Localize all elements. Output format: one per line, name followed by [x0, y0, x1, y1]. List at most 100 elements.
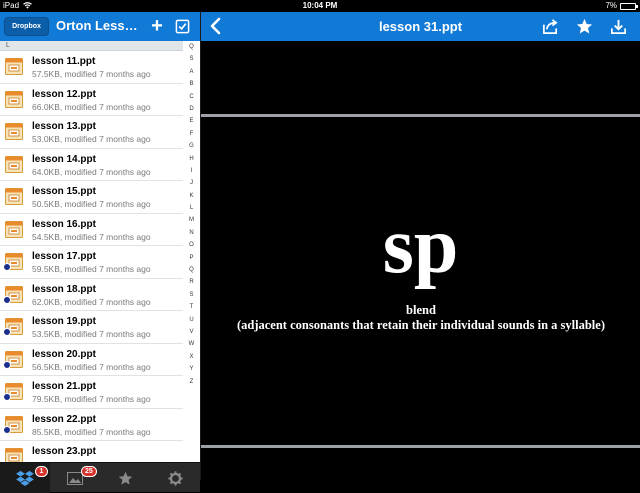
file-browser-panel: Dropbox Orton Lessons + L lesson 11.ppt 5… — [0, 12, 200, 493]
index-letter[interactable]: V — [183, 326, 200, 338]
slide-bottom-edge — [201, 445, 640, 448]
file-meta: 56.5KB, modified 7 months ago — [32, 361, 151, 372]
index-letter[interactable]: G — [183, 140, 200, 152]
file-list-item[interactable]: lesson 11.ppt 57.5KB, modified 7 months a… — [0, 51, 183, 84]
file-list-item[interactable]: lesson 14.ppt 64.0KB, modified 7 months a… — [0, 149, 183, 181]
battery-icon — [620, 2, 638, 10]
file-name: lesson 21.ppt — [32, 381, 96, 392]
file-list-item[interactable]: lesson 21.ppt 79.5KB, modified 7 months a… — [0, 376, 183, 409]
index-letter[interactable]: S — [183, 53, 200, 65]
file-list-item[interactable]: lesson 13.ppt 53.0KB, modified 7 months a… — [0, 116, 183, 149]
clock: 10:04 PM — [302, 1, 338, 10]
file-meta: 79.5KB, modified 7 months ago — [32, 394, 151, 404]
ppt-file-icon — [5, 155, 23, 173]
index-letter[interactable]: O — [183, 239, 200, 251]
file-list-item[interactable]: lesson 16.ppt 54.5KB, modified 7 months a… — [0, 214, 183, 246]
favorite-star-icon[interactable] — [576, 18, 593, 35]
ppt-file-icon — [5, 58, 23, 75]
viewer-nav-bar: lesson 31.ppt — [201, 12, 640, 41]
index-letter[interactable]: Y — [183, 363, 200, 375]
index-letter[interactable]: C — [183, 91, 200, 103]
tab-bar: 1 25 — [0, 462, 200, 493]
slide-line-2: (adjacent consonants that retain their i… — [236, 318, 605, 332]
ppt-file-icon — [5, 123, 23, 140]
file-name: lesson 23.ppt — [32, 446, 96, 457]
file-list-item[interactable]: lesson 23.ppt — [0, 441, 183, 462]
index-letter[interactable]: J — [183, 177, 200, 189]
browser-nav-bar: Dropbox Orton Lessons + — [0, 12, 200, 41]
file-name: lesson 11.ppt — [32, 56, 96, 67]
index-letter[interactable]: W — [183, 338, 200, 350]
index-letter[interactable]: B — [183, 78, 200, 90]
file-name: lesson 15.ppt — [32, 186, 96, 197]
file-name: lesson 12.ppt — [32, 88, 96, 100]
index-letter[interactable]: D — [183, 103, 200, 115]
status-bar: iPad 10:04 PM 7% — [0, 0, 640, 12]
ppt-file-icon — [5, 448, 23, 462]
file-meta: 53.0KB, modified 7 months ago — [32, 134, 151, 144]
index-letter[interactable]: Q — [183, 264, 200, 276]
index-letter[interactable]: A — [183, 66, 200, 78]
tab-dropbox[interactable]: 1 — [0, 463, 50, 493]
file-list-item[interactable]: lesson 15.ppt 50.5KB, modified 7 months a… — [0, 181, 183, 214]
tab-settings[interactable] — [150, 463, 200, 493]
index-letter[interactable]: T — [183, 301, 200, 313]
slide-top-edge — [201, 114, 640, 117]
file-name: lesson 19.ppt — [32, 316, 96, 327]
file-meta: 85.5KB, modified 7 months ago — [32, 426, 151, 437]
sync-badge-icon — [3, 360, 11, 369]
file-name: lesson 20.ppt — [32, 348, 96, 360]
file-name: lesson 17.ppt — [32, 251, 96, 262]
index-letter[interactable]: R — [183, 276, 200, 288]
file-list-item[interactable]: lesson 22.ppt 85.5KB, modified 7 months a… — [0, 409, 183, 441]
share-icon[interactable] — [542, 18, 559, 35]
index-letter[interactable]: Q — [183, 41, 200, 53]
index-letter[interactable]: S — [183, 289, 200, 301]
file-meta: 57.5KB, modified 7 months ago — [32, 69, 151, 79]
index-letter[interactable]: H — [183, 153, 200, 165]
index-letter[interactable]: E — [183, 115, 200, 127]
index-letter[interactable]: M — [183, 214, 200, 226]
slide-heading: sp — [382, 202, 459, 290]
file-name: lesson 18.ppt — [32, 283, 96, 295]
tab-badge: 25 — [81, 466, 97, 477]
tab-badge: 1 — [35, 466, 48, 477]
index-letter[interactable]: K — [183, 190, 200, 202]
alphabet-index[interactable]: QSABCDEFGHIJKLMNOPQRSTUVWXYZ — [183, 41, 200, 462]
file-name: lesson 14.ppt — [32, 153, 96, 165]
tab-favorites[interactable] — [100, 463, 150, 493]
star-icon — [118, 471, 132, 485]
file-list-item[interactable]: lesson 18.ppt 62.0KB, modified 7 months a… — [0, 279, 183, 311]
select-checkbox-icon[interactable] — [175, 19, 190, 34]
gear-icon — [167, 470, 183, 486]
dropbox-icon — [16, 470, 34, 486]
file-meta: 66.0KB, modified 7 months ago — [32, 101, 151, 112]
file-list-item[interactable]: lesson 17.ppt 59.5KB, modified 7 months a… — [0, 246, 183, 279]
index-letter[interactable]: L — [183, 202, 200, 214]
sync-badge-icon — [3, 295, 11, 304]
add-button[interactable]: + — [148, 15, 166, 37]
index-letter[interactable]: Z — [183, 376, 200, 388]
index-letter[interactable]: X — [183, 351, 200, 363]
file-meta: 54.5KB, modified 7 months ago — [32, 231, 151, 242]
slide-viewer[interactable]: sp blend (adjacent consonants that retai… — [201, 41, 640, 480]
file-list-item[interactable]: lesson 19.ppt 53.5KB, modified 7 months a… — [0, 311, 183, 344]
file-meta: 53.5KB, modified 7 months ago — [32, 329, 151, 339]
index-letter[interactable]: N — [183, 227, 200, 239]
index-letter[interactable]: F — [183, 128, 200, 140]
section-header: L — [0, 41, 183, 51]
file-meta: 64.0KB, modified 7 months ago — [32, 166, 151, 177]
sync-badge-icon — [3, 425, 11, 434]
download-icon[interactable] — [610, 18, 627, 35]
index-letter[interactable]: P — [183, 252, 200, 264]
file-list-item[interactable]: lesson 12.ppt 66.0KB, modified 7 months a… — [0, 84, 183, 116]
folder-title: Orton Lessons — [56, 18, 142, 33]
tab-photos[interactable]: 25 — [50, 463, 100, 493]
slide-body: blend (adjacent consonants that retain t… — [221, 303, 621, 333]
file-list-item[interactable]: lesson 20.ppt 56.5KB, modified 7 months a… — [0, 344, 183, 376]
file-name: lesson 13.ppt — [32, 121, 96, 132]
index-letter[interactable]: I — [183, 165, 200, 177]
file-meta: 62.0KB, modified 7 months ago — [32, 296, 151, 307]
index-letter[interactable]: U — [183, 314, 200, 326]
dropbox-button[interactable]: Dropbox — [4, 17, 49, 36]
